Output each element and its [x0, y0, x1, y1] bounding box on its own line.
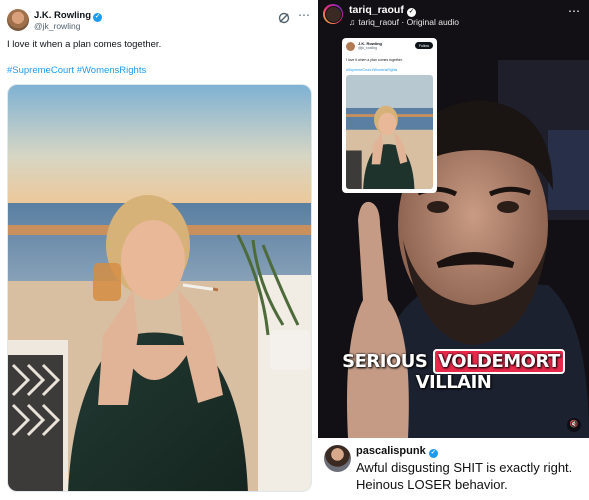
commenter-username-text[interactable]: pascalispunk [356, 445, 426, 457]
reel-caption: SERIOUS VOLDEMORT VILLAIN [318, 349, 589, 393]
reel-audio-text[interactable]: tariq_raouf · Original audio [358, 17, 459, 27]
comment: pascalispunk ✓ Awful disgusting SHIT is e… [318, 438, 589, 500]
reel-more-options-icon[interactable]: ⋯ [568, 4, 581, 18]
reel-caption-post: VILLAIN [415, 372, 492, 393]
tweet-header: J.K. Rowling ✓ @jk_rowling ⋯ [7, 8, 313, 33]
reel-caption-pre: SERIOUS [342, 351, 434, 372]
tweet-avatar[interactable] [7, 9, 29, 31]
tweet-text: I love it when a plan comes together. [7, 39, 162, 50]
reel-author-username[interactable]: tariq_raouf ✓ [349, 4, 416, 17]
embedded-tweet-screenshot: J.K. Rowling @jk_rowling Follow I love i… [342, 38, 437, 193]
embedded-tweet-handle: @jk_rowling [358, 46, 378, 50]
embedded-tweet-photo [346, 75, 433, 189]
more-options-icon[interactable]: ⋯ [298, 8, 311, 22]
commenter-avatar[interactable] [324, 445, 351, 472]
verified-badge-icon: ✓ [406, 8, 416, 17]
tweet-card: J.K. Rowling ✓ @jk_rowling ⋯ I love it wh… [0, 0, 318, 500]
music-note-icon: ♫ [349, 17, 356, 27]
embedded-tweet-text: I love it when a plan comes together. [346, 58, 403, 62]
mute-icon[interactable]: 🔇 [567, 418, 581, 432]
embedded-tweet-hashtags: #SupremeCourt #WomensRights [346, 68, 398, 72]
reel-author-avatar[interactable] [323, 4, 343, 24]
embedded-follow-button: Follow [414, 42, 433, 49]
reel-caption-highlight: VOLDEMORT [433, 349, 565, 374]
verified-badge-icon: ✓ [93, 13, 102, 22]
tweet-author-handle[interactable]: @jk_rowling [34, 21, 80, 31]
comment-text: Awful disgusting SHIT is exactly right. … [356, 460, 573, 492]
verified-badge-icon: ✓ [428, 449, 438, 458]
tweet-photo[interactable] [7, 84, 312, 492]
tweet-author-name-text[interactable]: J.K. Rowling [34, 10, 91, 21]
reel-author-username-text[interactable]: tariq_raouf [349, 4, 404, 16]
embedded-tweet-avatar [346, 42, 355, 51]
tweet-photo-image [8, 85, 311, 491]
tweet-hashtags[interactable]: #SupremeCourt #WomensRights [7, 65, 146, 76]
commenter-username[interactable]: pascalispunk ✓ [356, 445, 438, 458]
grok-icon[interactable] [277, 11, 291, 25]
reel-video[interactable]: tariq_raouf ✓ ♫ tariq_raouf · Original aud… [318, 0, 589, 438]
reel-audio-label[interactable]: ♫ tariq_raouf · Original audio [349, 17, 459, 27]
